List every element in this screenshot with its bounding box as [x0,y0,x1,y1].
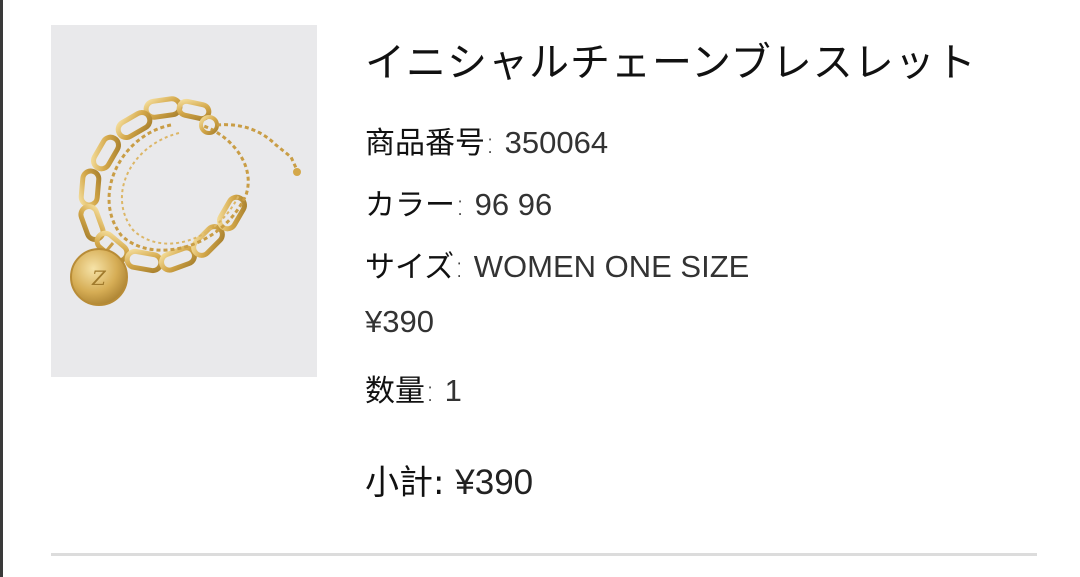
bracelet-illustration: Z [70,96,301,306]
price-row: ¥390 [365,304,434,340]
quantity-value: 1 [444,373,462,408]
quantity-row: 数量: 1 [365,366,462,410]
size-row: サイズ: WOMEN ONE SIZE [365,242,749,286]
separator: : [433,463,445,503]
product-name[interactable]: イニシャルチェーンブレスレット [365,30,977,88]
color-label: カラー [365,188,455,223]
cart-item: Z イニシャルチェーンブレスレット 商品番号: 350064 カラー: 96 9… [0,0,1080,577]
quantity-label: 数量 [365,374,425,409]
svg-text:Z: Z [91,266,107,290]
product-number-label: 商品番号 [365,126,485,161]
separator: : [455,188,466,223]
product-number-row: 商品番号: 350064 [365,118,608,162]
subtotal-row: 小計: ¥390 [365,455,533,504]
unit-price: ¥390 [365,304,434,339]
subtotal-value: ¥390 [455,463,534,502]
size-label: サイズ [365,250,455,285]
divider [51,553,1037,556]
separator: : [454,250,465,285]
color-row: カラー: 96 96 [365,180,552,224]
color-value: 96 96 [474,187,553,222]
size-value: WOMEN ONE SIZE [473,249,750,284]
separator: : [485,126,496,161]
product-image[interactable]: Z [51,25,317,377]
subtotal-label: 小計 [365,463,433,503]
product-number-value: 350064 [504,125,609,160]
separator: : [425,374,436,409]
